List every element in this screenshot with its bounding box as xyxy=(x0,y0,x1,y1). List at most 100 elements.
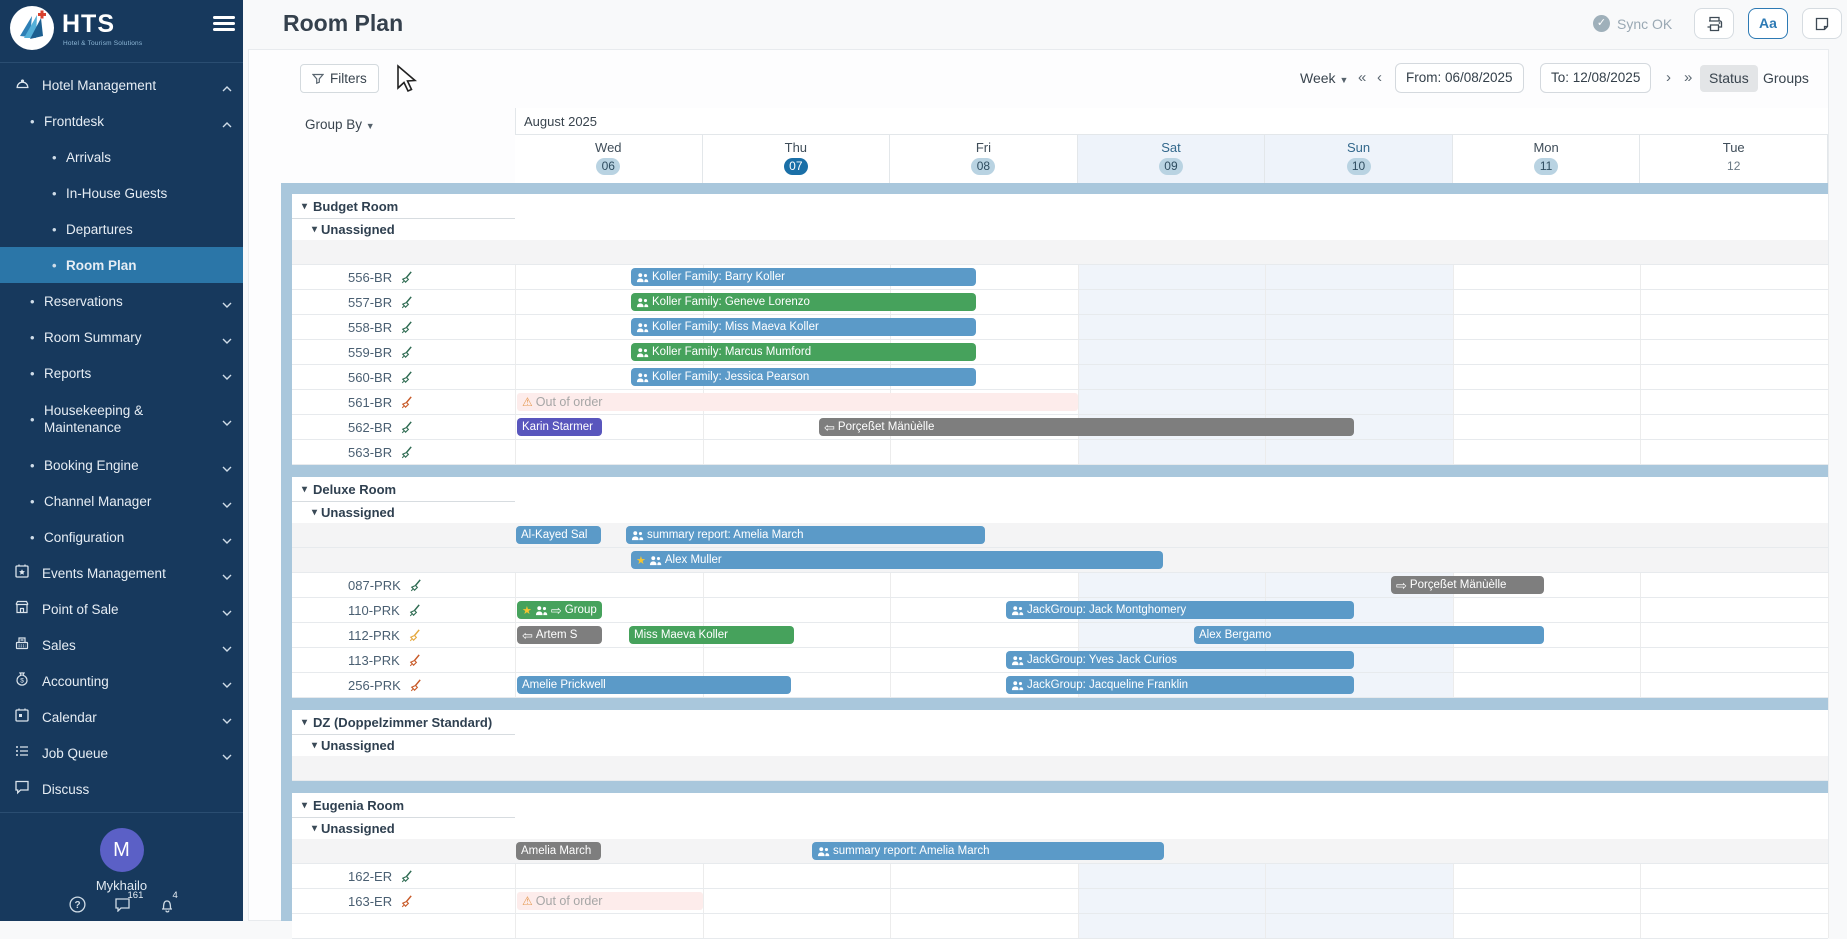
booking-bar[interactable]: Amelie Prickwell xyxy=(517,676,791,694)
day-cell[interactable] xyxy=(1641,864,1829,888)
day-cell[interactable] xyxy=(1266,914,1454,938)
sidebar-item-accounting[interactable]: $Accounting xyxy=(0,663,243,699)
sidebar-item-discuss[interactable]: Discuss xyxy=(0,771,243,807)
day-header-sat[interactable]: Sat09 xyxy=(1078,135,1266,183)
day-cell[interactable] xyxy=(1079,315,1267,339)
filters-button[interactable]: Filters xyxy=(300,64,379,93)
day-cell[interactable] xyxy=(516,573,704,597)
day-cell[interactable] xyxy=(891,623,1079,647)
booking-bar[interactable]: summary report: Amelia March xyxy=(626,526,985,544)
room-number[interactable]: 256-PRK xyxy=(348,678,401,693)
sidebar-item-events-management[interactable]: Events Management xyxy=(0,555,243,591)
booking-bar[interactable]: Amelia March xyxy=(516,842,601,860)
room-number[interactable]: 112-PRK xyxy=(348,628,400,643)
day-cell[interactable] xyxy=(1641,598,1829,622)
day-cell[interactable] xyxy=(1454,415,1642,439)
booking-bar[interactable]: Alex Bergamo xyxy=(1194,626,1544,644)
day-cell[interactable] xyxy=(1454,290,1642,314)
day-header-fri[interactable]: Fri08 xyxy=(890,135,1078,183)
booking-bar[interactable]: summary report: Amelia March xyxy=(812,842,1164,860)
room-number[interactable]: 557-BR xyxy=(348,295,392,310)
collapse-caret-icon[interactable]: ▾ xyxy=(302,800,307,811)
collapse-caret-icon[interactable]: ▾ xyxy=(302,717,307,728)
group-header-row[interactable]: ▾DZ (Doppelzimmer Standard) xyxy=(292,710,1828,735)
day-cell[interactable] xyxy=(1266,440,1454,464)
day-cell[interactable] xyxy=(704,598,892,622)
sidebar-item-in-house-guests[interactable]: •In-House Guests xyxy=(0,175,243,211)
booking-bar[interactable]: ⇦Porçeßet Mänùèlle xyxy=(819,418,1354,436)
day-cell[interactable] xyxy=(1454,340,1642,364)
day-cell[interactable] xyxy=(1266,315,1454,339)
sidebar-item-reports[interactable]: •Reports xyxy=(0,355,243,391)
room-number[interactable]: 562-BR xyxy=(348,420,392,435)
collapse-caret-icon[interactable]: ▾ xyxy=(312,507,317,518)
day-header-thu[interactable]: Thu07 xyxy=(703,135,891,183)
app-logo[interactable]: HTS Hotel & Tourism Solutions xyxy=(0,0,243,56)
notes-button[interactable] xyxy=(1802,8,1842,39)
day-cell[interactable] xyxy=(1266,889,1454,913)
booking-bar[interactable]: Karin Starmer xyxy=(517,418,602,436)
sidebar-item-sales[interactable]: Sales xyxy=(0,627,243,663)
room-number[interactable]: 110-PRK xyxy=(348,603,400,618)
day-cell[interactable] xyxy=(704,914,892,938)
user-block[interactable]: M Mykhailo xyxy=(0,828,243,893)
sidebar-item-booking-engine[interactable]: •Booking Engine xyxy=(0,447,243,483)
sidebar-item-point-of-sale[interactable]: Point of Sale xyxy=(0,591,243,627)
booking-bar[interactable]: ★⇨Group xyxy=(517,601,602,619)
day-cell[interactable] xyxy=(1079,889,1267,913)
next-fast-button[interactable]: » xyxy=(1684,69,1692,86)
day-cell[interactable] xyxy=(1641,340,1829,364)
day-cell[interactable] xyxy=(891,573,1079,597)
day-cell[interactable] xyxy=(1454,864,1642,888)
messages-icon[interactable]: 161 xyxy=(114,897,131,915)
booking-bar[interactable]: Koller Family: Miss Maeva Koller xyxy=(631,318,976,336)
group-header-row[interactable]: ▾Budget Room xyxy=(292,194,1828,219)
day-cell[interactable] xyxy=(1266,290,1454,314)
room-number[interactable]: 113-PRK xyxy=(348,653,400,668)
day-cell[interactable] xyxy=(1454,265,1642,289)
day-cell[interactable] xyxy=(1641,623,1829,647)
day-cell[interactable] xyxy=(704,889,892,913)
collapse-caret-icon[interactable]: ▾ xyxy=(312,224,317,235)
day-cell[interactable] xyxy=(1454,365,1642,389)
booking-bar[interactable]: ⇨Porçeßet Mänùèlle xyxy=(1391,576,1544,594)
day-cell[interactable] xyxy=(1266,365,1454,389)
day-cell[interactable] xyxy=(704,573,892,597)
day-cell[interactable] xyxy=(1079,864,1267,888)
day-cell[interactable] xyxy=(1641,914,1829,938)
day-cell[interactable] xyxy=(1641,315,1829,339)
day-cell[interactable] xyxy=(1641,365,1829,389)
day-header-mon[interactable]: Mon11 xyxy=(1453,135,1641,183)
booking-bar[interactable]: JackGroup: Jacqueline Franklin xyxy=(1006,676,1354,694)
booking-bar[interactable]: JackGroup: Yves Jack Curios xyxy=(1006,651,1354,669)
day-cell[interactable] xyxy=(1266,340,1454,364)
day-cell[interactable] xyxy=(516,648,704,672)
sidebar-item-frontdesk[interactable]: •Frontdesk xyxy=(0,103,243,139)
day-cell[interactable] xyxy=(1641,415,1829,439)
notifications-icon[interactable]: 4 xyxy=(159,897,175,916)
sidebar-item-room-summary[interactable]: •Room Summary xyxy=(0,319,243,355)
next-button[interactable]: › xyxy=(1666,69,1671,86)
range-dropdown[interactable]: Week ▼ xyxy=(1300,70,1348,86)
day-cell[interactable] xyxy=(1641,290,1829,314)
sidebar-item-calendar[interactable]: Calendar xyxy=(0,699,243,735)
day-cell[interactable] xyxy=(1454,315,1642,339)
booking-bar[interactable]: ★Alex Muller xyxy=(631,551,1163,569)
sidebar-item-room-plan[interactable]: •Room Plan xyxy=(0,247,243,283)
day-cell[interactable] xyxy=(516,864,704,888)
day-cell[interactable] xyxy=(1079,390,1267,414)
room-number[interactable]: 561-BR xyxy=(348,395,392,410)
room-number[interactable]: 163-ER xyxy=(348,894,392,909)
out-of-order-bar[interactable]: ⚠Out of order xyxy=(517,892,703,910)
day-cell[interactable] xyxy=(891,914,1079,938)
sidebar-item-channel-manager[interactable]: •Channel Manager xyxy=(0,483,243,519)
sidebar-item-configuration[interactable]: •Configuration xyxy=(0,519,243,555)
unassigned-header-row[interactable]: ▾Unassigned xyxy=(292,735,1828,756)
group-by-dropdown[interactable]: Group By ▼ xyxy=(305,117,375,132)
day-cell[interactable] xyxy=(1454,440,1642,464)
booking-bar[interactable]: Miss Maeva Koller xyxy=(629,626,794,644)
day-cell[interactable] xyxy=(1641,648,1829,672)
day-header-tue[interactable]: Tue12 xyxy=(1640,135,1828,183)
day-cell[interactable] xyxy=(891,864,1079,888)
day-cell[interactable] xyxy=(1641,673,1829,697)
